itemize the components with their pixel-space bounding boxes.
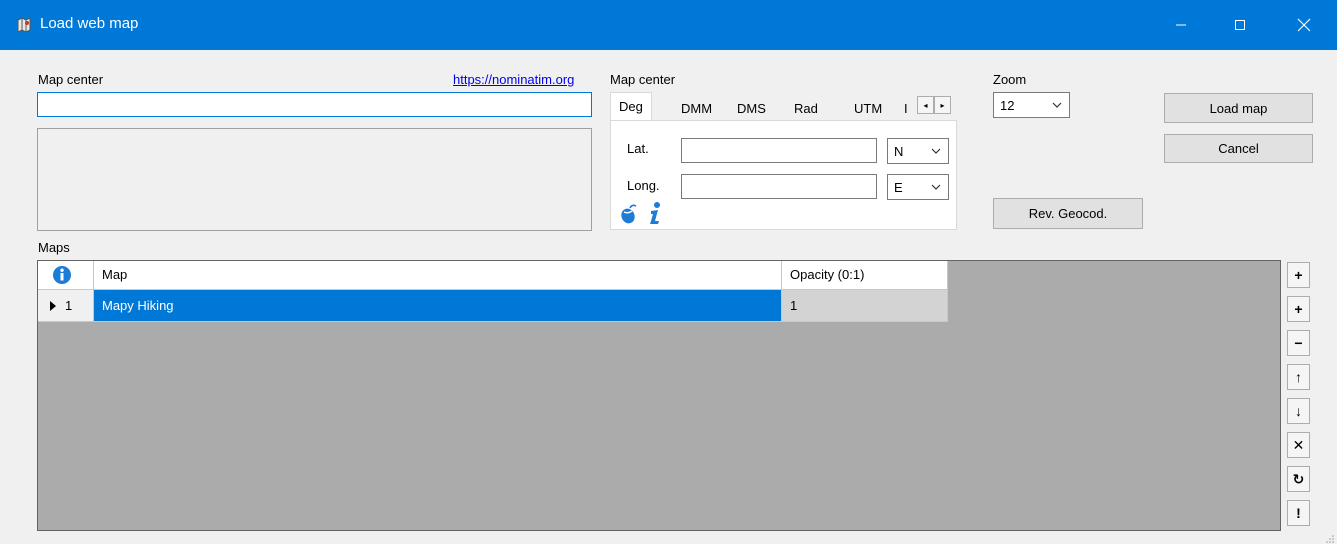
row-selector-icon — [50, 300, 56, 311]
add-button[interactable]: + — [1287, 262, 1310, 288]
tab-overflow[interactable]: I — [901, 97, 911, 121]
alert-button[interactable]: ! — [1287, 500, 1310, 526]
coords-tab-panel: Lat. N Long. E — [610, 120, 957, 230]
move-down-button[interactable]: ↓ — [1287, 398, 1310, 424]
zoom-value: 12 — [1000, 97, 1015, 113]
coords-label: Map center — [610, 72, 676, 87]
column-header-opacity[interactable]: Opacity (0:1) — [782, 261, 948, 290]
lat-label: Lat. — [627, 141, 649, 156]
minimize-button[interactable] — [1154, 0, 1208, 50]
info-icon — [53, 266, 71, 284]
cell-opacity[interactable]: 1 — [782, 290, 948, 322]
maps-grid[interactable]: Map Opacity (0:1) 1 Mapy Hiking 1 — [37, 260, 1281, 531]
maximize-icon — [1235, 20, 1245, 30]
tab-scroll-left-button[interactable]: ◂ — [917, 96, 934, 114]
long-input[interactable] — [681, 174, 877, 199]
search-label: Map center — [38, 72, 104, 87]
rev-geocod-button[interactable]: Rev. Geocod. — [993, 198, 1143, 229]
lat-hemisphere-value: N — [894, 143, 904, 159]
grid-header: Map Opacity (0:1) — [38, 261, 948, 290]
search-results-list[interactable] — [37, 128, 592, 231]
maps-label: Maps — [38, 240, 70, 255]
remove-button[interactable]: − — [1287, 330, 1310, 356]
zoom-label: Zoom — [993, 72, 1027, 87]
chevron-down-icon — [931, 184, 941, 190]
resize-grip-icon[interactable] — [1325, 532, 1335, 543]
mouse-icon[interactable] — [619, 203, 639, 225]
insert-button[interactable]: + — [1287, 296, 1310, 322]
table-row[interactable]: 1 Mapy Hiking 1 — [38, 290, 948, 322]
nominatim-link[interactable]: https://nominatim.org — [453, 72, 574, 87]
map-icon — [16, 17, 32, 33]
window-title: Load web map — [40, 15, 139, 32]
tab-dmm[interactable]: DMM — [672, 97, 721, 121]
info-icon[interactable] — [647, 201, 663, 225]
tab-scroll-buttons: ◂ ▸ — [917, 96, 951, 114]
tab-rad[interactable]: Rad — [785, 97, 827, 121]
minimize-icon — [1176, 24, 1186, 26]
maximize-button[interactable] — [1213, 0, 1267, 50]
lat-input[interactable] — [681, 138, 877, 163]
long-label: Long. — [627, 178, 660, 193]
row-header[interactable]: 1 — [38, 290, 94, 322]
cell-map[interactable]: Mapy Hiking — [94, 290, 782, 322]
delete-button[interactable]: ✕ — [1287, 432, 1310, 458]
grid-corner-header[interactable] — [38, 261, 94, 290]
lat-hemisphere-select[interactable]: N — [887, 138, 949, 164]
move-up-button[interactable]: ↑ — [1287, 364, 1310, 390]
close-icon — [1297, 18, 1311, 32]
zoom-select[interactable]: 12 — [993, 92, 1070, 118]
long-hemisphere-value: E — [894, 179, 903, 195]
tab-scroll-right-button[interactable]: ▸ — [934, 96, 951, 114]
load-map-button[interactable]: Load map — [1164, 93, 1313, 123]
chevron-down-icon — [1052, 102, 1062, 108]
search-input[interactable] — [37, 92, 592, 117]
tab-utm[interactable]: UTM — [845, 97, 891, 121]
refresh-button[interactable]: ↻ — [1287, 466, 1310, 492]
tab-deg[interactable]: Deg — [610, 92, 652, 121]
tab-dms[interactable]: DMS — [728, 97, 775, 121]
long-hemisphere-select[interactable]: E — [887, 174, 949, 200]
cancel-button[interactable]: Cancel — [1164, 134, 1313, 163]
close-button[interactable] — [1277, 0, 1331, 50]
row-index: 1 — [65, 298, 73, 313]
column-header-map[interactable]: Map — [94, 261, 782, 290]
title-bar[interactable]: Load web map — [0, 0, 1337, 50]
chevron-down-icon — [931, 148, 941, 154]
